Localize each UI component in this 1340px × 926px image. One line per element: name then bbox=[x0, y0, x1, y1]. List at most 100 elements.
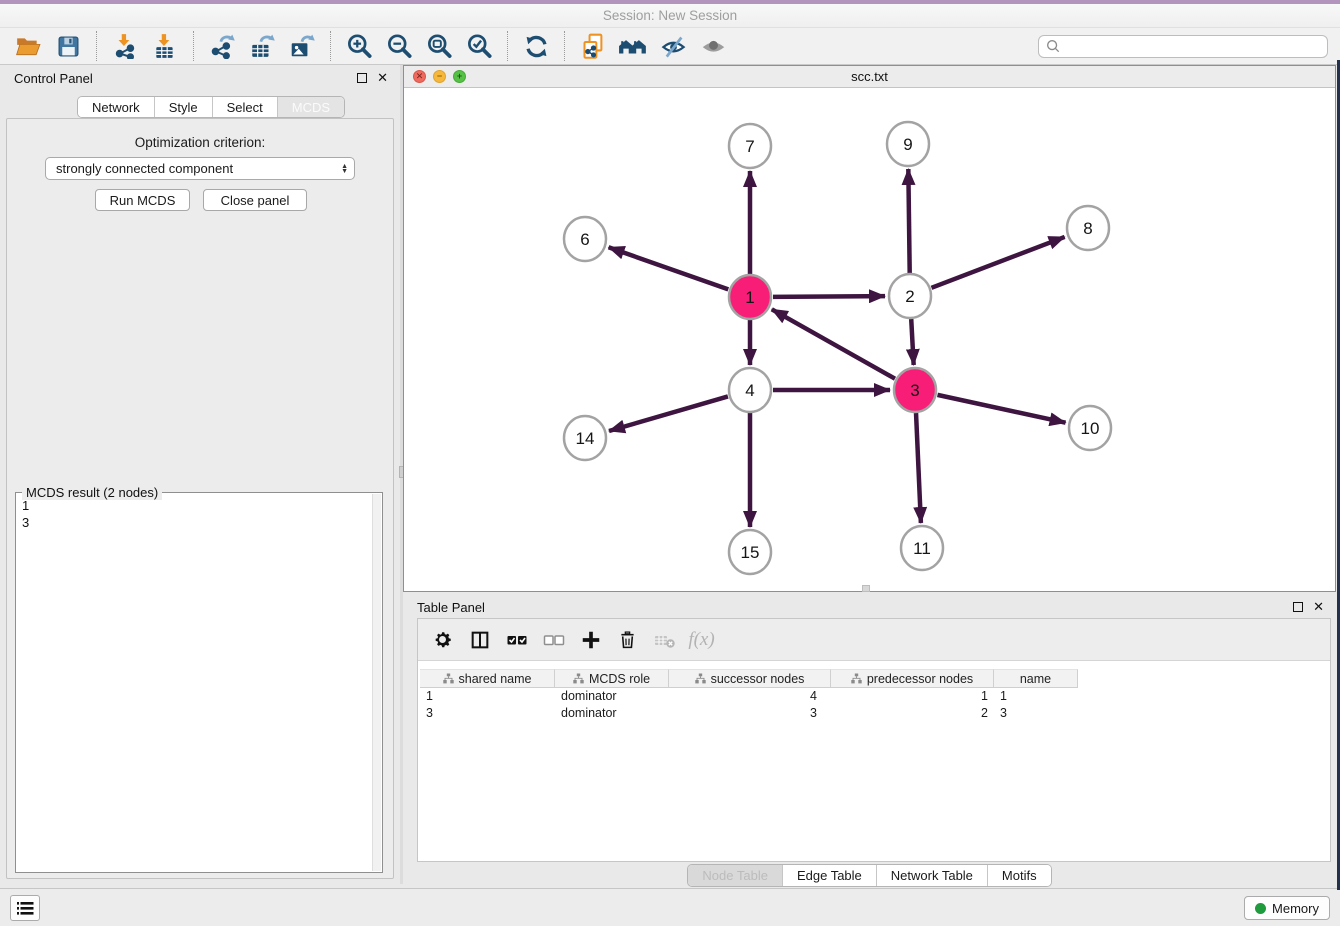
cell-successor-nodes[interactable]: 3 bbox=[669, 706, 831, 720]
unselect-all-columns-button[interactable] bbox=[537, 624, 570, 656]
table-settings-button[interactable] bbox=[426, 624, 459, 656]
show-column-panel-button[interactable] bbox=[463, 624, 496, 656]
destroy-table-button[interactable] bbox=[648, 624, 681, 656]
result-line: 3 bbox=[22, 514, 29, 531]
zoom-in-button[interactable] bbox=[339, 29, 379, 63]
tab-style[interactable]: Style bbox=[155, 97, 213, 117]
export-image-icon bbox=[289, 33, 315, 59]
save-session-button[interactable] bbox=[48, 29, 88, 63]
column-label: predecessor nodes bbox=[867, 672, 973, 686]
tab-mcds[interactable]: MCDS bbox=[278, 97, 344, 117]
apply-layout-button[interactable] bbox=[516, 29, 556, 63]
table-row[interactable]: 3 dominator 3 2 3 bbox=[420, 705, 1078, 722]
column-label: successor nodes bbox=[711, 672, 805, 686]
graph-edge-4-14[interactable] bbox=[609, 396, 728, 431]
graph-node-label-8: 8 bbox=[1083, 219, 1092, 238]
create-column-button[interactable] bbox=[574, 624, 607, 656]
cell-mcds-role[interactable]: dominator bbox=[555, 689, 669, 703]
main-toolbar bbox=[0, 27, 1340, 65]
column-label: MCDS role bbox=[589, 672, 650, 686]
export-network-button[interactable] bbox=[202, 29, 242, 63]
tree-icon bbox=[573, 673, 584, 684]
window-resize-grip[interactable] bbox=[862, 585, 870, 592]
float-panel-icon[interactable] bbox=[357, 73, 367, 83]
table-row[interactable]: 1 dominator 4 1 1 bbox=[420, 688, 1078, 705]
column-header-successor-nodes[interactable]: successor nodes bbox=[669, 669, 831, 688]
optimization-criterion-select[interactable]: strongly connected component ▲▼ bbox=[45, 157, 355, 180]
graph-edge-1-6[interactable] bbox=[609, 247, 729, 289]
plus-icon bbox=[580, 629, 602, 651]
close-panel-button[interactable]: Close panel bbox=[203, 189, 307, 211]
cell-name[interactable]: 3 bbox=[994, 706, 1078, 720]
run-mcds-button[interactable]: Run MCDS bbox=[95, 189, 190, 211]
gear-icon bbox=[432, 629, 453, 650]
tree-icon bbox=[851, 673, 862, 684]
table-tabs: Node Table Edge Table Network Table Moti… bbox=[403, 864, 1336, 887]
zoom-fit-button[interactable] bbox=[419, 29, 459, 63]
zoom-in-icon bbox=[346, 33, 373, 60]
hide-selected-button[interactable] bbox=[653, 29, 693, 63]
graph-edge-2-8[interactable] bbox=[931, 237, 1064, 288]
home-views-button[interactable] bbox=[613, 29, 653, 63]
graph-edge-2-9[interactable] bbox=[908, 169, 909, 273]
selected-criterion: strongly connected component bbox=[56, 161, 233, 176]
cell-successor-nodes[interactable]: 4 bbox=[669, 689, 831, 703]
status-bar: Memory bbox=[0, 888, 1340, 926]
tab-motifs[interactable]: Motifs bbox=[988, 865, 1051, 886]
tab-network-table[interactable]: Network Table bbox=[877, 865, 988, 886]
column-header-name[interactable]: name bbox=[994, 669, 1078, 688]
table-panel-header: Table Panel ✕ bbox=[403, 592, 1336, 618]
export-table-button[interactable] bbox=[242, 29, 282, 63]
mcds-result-group: MCDS result (2 nodes) 1 3 bbox=[15, 492, 383, 873]
delete-column-button[interactable] bbox=[611, 624, 644, 656]
refresh-icon bbox=[523, 33, 550, 60]
export-image-button[interactable] bbox=[282, 29, 322, 63]
function-builder-button[interactable]: f(x) bbox=[685, 624, 718, 656]
tab-edge-table[interactable]: Edge Table bbox=[783, 865, 877, 886]
float-panel-icon[interactable] bbox=[1293, 602, 1303, 612]
column-header-predecessor-nodes[interactable]: predecessor nodes bbox=[831, 669, 994, 688]
network-view-window: scc.txt ✕ − + 7968124314101511 bbox=[403, 65, 1336, 592]
memory-button[interactable]: Memory bbox=[1244, 896, 1330, 920]
tab-node-table[interactable]: Node Table bbox=[688, 865, 783, 886]
cell-predecessor-nodes[interactable]: 1 bbox=[831, 689, 994, 703]
mcds-result-text[interactable]: 1 3 bbox=[22, 497, 29, 531]
open-session-button[interactable] bbox=[8, 29, 48, 63]
graph-edge-3-11[interactable] bbox=[916, 413, 921, 523]
toolbar-separator bbox=[96, 31, 97, 61]
memory-label: Memory bbox=[1272, 901, 1319, 916]
tab-network[interactable]: Network bbox=[78, 97, 155, 117]
cell-name[interactable]: 1 bbox=[994, 689, 1078, 703]
network-canvas[interactable]: 7968124314101511 bbox=[404, 88, 1335, 591]
network-window-titlebar[interactable]: scc.txt ✕ − + bbox=[404, 66, 1335, 88]
close-panel-icon[interactable]: ✕ bbox=[377, 73, 388, 83]
zoom-out-button[interactable] bbox=[379, 29, 419, 63]
import-network-button[interactable] bbox=[105, 29, 145, 63]
cell-mcds-role[interactable]: dominator bbox=[555, 706, 669, 720]
graph-edge-3-1[interactable] bbox=[772, 309, 895, 378]
close-panel-icon[interactable]: ✕ bbox=[1313, 602, 1324, 612]
tab-select[interactable]: Select bbox=[213, 97, 278, 117]
show-all-button[interactable] bbox=[693, 29, 733, 63]
cell-predecessor-nodes[interactable]: 2 bbox=[831, 706, 994, 720]
app-titlebar[interactable]: Session: New Session bbox=[0, 4, 1340, 27]
cell-shared-name[interactable]: 1 bbox=[420, 689, 555, 703]
zoom-out-icon bbox=[386, 33, 413, 60]
graph-edge-1-2[interactable] bbox=[773, 296, 885, 297]
column-header-mcds-role[interactable]: MCDS role bbox=[555, 669, 669, 688]
cell-shared-name[interactable]: 3 bbox=[420, 706, 555, 720]
zoom-selected-button[interactable] bbox=[459, 29, 499, 63]
result-scrollbar[interactable] bbox=[372, 494, 381, 871]
task-history-button[interactable] bbox=[10, 895, 40, 921]
select-all-columns-button[interactable] bbox=[500, 624, 533, 656]
graph-edge-3-10[interactable] bbox=[937, 395, 1065, 423]
graph-edge-2-3[interactable] bbox=[911, 319, 913, 365]
graph-node-label-14: 14 bbox=[576, 429, 595, 448]
copy-network-button[interactable] bbox=[573, 29, 613, 63]
column-header-shared-name[interactable]: shared name bbox=[420, 669, 555, 688]
search-input[interactable] bbox=[1038, 35, 1328, 58]
export-table-icon bbox=[249, 33, 275, 59]
toolbar-separator bbox=[507, 31, 508, 61]
table-header-row: shared name MCDS role successor nodes pr… bbox=[420, 669, 1078, 688]
import-table-button[interactable] bbox=[145, 29, 185, 63]
